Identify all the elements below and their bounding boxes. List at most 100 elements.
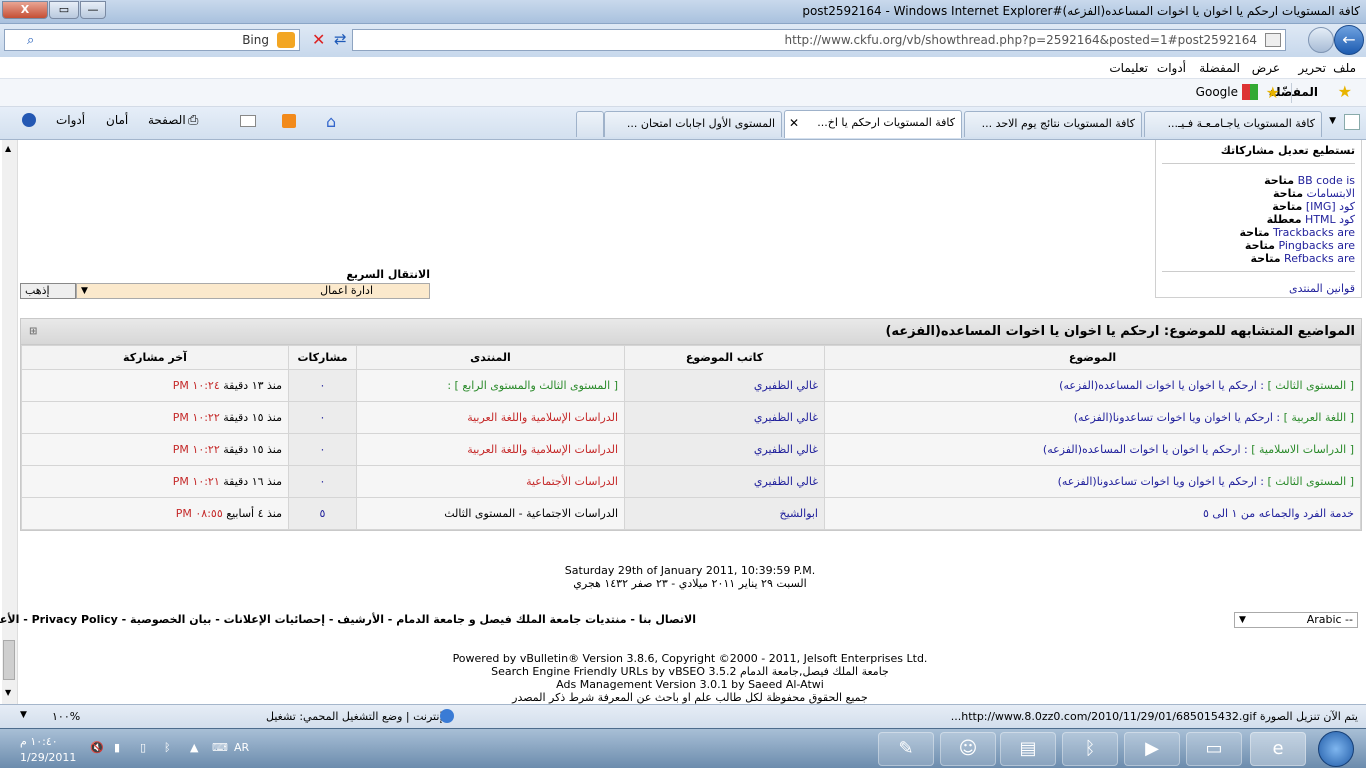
- add-favorite-icon[interactable]: ★: [1266, 83, 1280, 102]
- table-cell: [ المستوى الثالث ] : ارحكم يا اخوان يا ا…: [824, 369, 1361, 402]
- author-link[interactable]: غالي الظفيري: [754, 443, 818, 456]
- network-icon[interactable]: ▮: [114, 741, 120, 754]
- thread-prefix[interactable]: [ الدراسات الاسلامية ]: [1251, 443, 1354, 456]
- page-menu[interactable]: الصفحة: [148, 113, 186, 127]
- refresh-icon[interactable]: ⇄: [334, 30, 347, 48]
- menu-tools[interactable]: أدوات: [1157, 61, 1186, 75]
- scroll-up-icon[interactable]: ▲: [5, 144, 11, 153]
- menu-favorites[interactable]: المفضلة: [1199, 61, 1240, 75]
- thread-prefix[interactable]: [ المستوى الثالث ]: [1268, 475, 1355, 488]
- search-input[interactable]: ⌕ Bing: [4, 29, 300, 51]
- zoom-chevron-icon[interactable]: ▼: [20, 710, 27, 720]
- forum-link[interactable]: [ المستوى الثالث والمستوى الرابع ] :: [447, 379, 618, 392]
- home-icon[interactable]: ⌂: [326, 112, 336, 131]
- show-hidden-icons[interactable]: ▲: [190, 741, 198, 754]
- quick-tabs-icon[interactable]: [1344, 114, 1360, 130]
- folder-icon[interactable]: ▭: [1186, 732, 1242, 766]
- forum-link[interactable]: الدراسات الإسلامية واللغة العربية: [467, 443, 618, 456]
- globe-icon: [440, 709, 454, 723]
- menu-view[interactable]: عرض: [1252, 61, 1280, 75]
- perm-label[interactable]: كود [IMG]: [1306, 200, 1355, 213]
- new-tab-button[interactable]: [576, 111, 604, 137]
- collapse-icon[interactable]: ⊞: [29, 319, 37, 345]
- favorites-star-icon[interactable]: ★: [1338, 82, 1352, 101]
- thread-title-link[interactable]: : ارحكم يا اخوان ويا اخوات تساعدونا(الفز…: [1074, 411, 1280, 424]
- close-window-button[interactable]: X: [2, 1, 48, 19]
- last-post-time: ١٠:٢٢ PM: [172, 443, 220, 456]
- bluetooth-tray-icon[interactable]: ᛒ: [164, 741, 171, 754]
- tools-menu[interactable]: أدوات: [56, 113, 85, 127]
- google-link[interactable]: Google: [1196, 85, 1238, 99]
- perm-label[interactable]: Refbacks are: [1284, 252, 1355, 265]
- clock-time[interactable]: ١٠:٤٠ م: [20, 735, 58, 748]
- messenger-icon[interactable]: ☺: [940, 732, 996, 766]
- scroll-down-icon[interactable]: ▼: [5, 688, 11, 697]
- perm-label[interactable]: Trackbacks are: [1273, 226, 1355, 239]
- media-player-icon[interactable]: ▶: [1124, 732, 1180, 766]
- keyboard-icon[interactable]: ⌨: [212, 741, 228, 754]
- minimize-window-button[interactable]: —: [80, 1, 106, 19]
- zoom-level[interactable]: ١٠٠%: [52, 710, 80, 723]
- forum-link[interactable]: الدراسات الأجتماعية: [526, 475, 618, 488]
- menu-file[interactable]: ملف: [1333, 61, 1356, 75]
- forward-button[interactable]: [1308, 27, 1334, 53]
- col-topic: الموضوع: [824, 345, 1361, 370]
- forum-rules-link[interactable]: قوانين المنتدى: [1289, 282, 1355, 295]
- similar-threads-title-text: المواضيع المتشابهه للموضوع: ارحكم يا اخو…: [885, 324, 1355, 339]
- document-icon[interactable]: ▤: [1000, 732, 1056, 766]
- paint-icon[interactable]: ✎: [878, 732, 934, 766]
- language-indicator[interactable]: AR: [234, 741, 249, 754]
- url-field[interactable]: http://www.ckfu.org/vb/showthread.php?p=…: [352, 29, 1286, 51]
- print-icon[interactable]: ⎙: [188, 113, 198, 128]
- menu-help[interactable]: تعليمات: [1109, 61, 1148, 75]
- mail-icon[interactable]: [240, 115, 256, 127]
- go-button[interactable]: إذهب: [20, 283, 76, 299]
- tab-list-chevron-icon[interactable]: ▼: [1329, 116, 1336, 126]
- tab-2[interactable]: كافة المستويات نتائج يوم الاحد ...: [964, 111, 1142, 137]
- tab-1[interactable]: كافة المستويات ياجـامـعـة فـيـ...: [1144, 111, 1322, 137]
- author-link[interactable]: غالي الظفيري: [754, 475, 818, 488]
- last-post-time: ١٠:٢٢ PM: [172, 411, 220, 424]
- table-cell: منذ ١٦ دقيقة ١٠:٢١ PM: [21, 465, 289, 498]
- perm-label[interactable]: BB code is: [1298, 174, 1355, 187]
- stop-icon[interactable]: ✕: [312, 30, 325, 49]
- help-icon[interactable]: [22, 113, 36, 127]
- copyright-line: جميع الحقوق محفوظة لكل طالب علم او باحث …: [512, 691, 868, 704]
- rss-icon[interactable]: [282, 114, 296, 128]
- author-link[interactable]: ابوالشيخ: [780, 507, 818, 520]
- thread-prefix[interactable]: [ اللغة العربية ]: [1284, 411, 1354, 424]
- perm-label[interactable]: Pingbacks are: [1278, 239, 1355, 252]
- author-link[interactable]: غالي الظفيري: [754, 379, 818, 392]
- author-link[interactable]: غالي الظفيري: [754, 411, 818, 424]
- tab-close-icon[interactable]: ✕: [789, 111, 799, 135]
- tab-2-label: كافة المستويات نتائج يوم الاحد ...: [981, 117, 1135, 130]
- volume-icon[interactable]: 🔇: [90, 741, 104, 754]
- forum-jump-select[interactable]: ادارة اعمال ▼: [76, 283, 430, 299]
- thread-title-link[interactable]: : ارحكم يا اخوان يا اخوات المساعده(الفزع…: [1059, 379, 1264, 392]
- col-last-post: آخر مشاركة: [21, 345, 289, 370]
- menu-edit[interactable]: تحرير: [1298, 61, 1326, 75]
- thread-title-link[interactable]: خدمة الفرد والجماعه من ١ الى ٥: [1203, 507, 1354, 520]
- bluetooth-icon[interactable]: ᛒ: [1062, 732, 1118, 766]
- perm-state: متاحة: [1264, 174, 1295, 187]
- internet-explorer-icon[interactable]: e: [1250, 732, 1306, 766]
- back-button[interactable]: ←: [1334, 25, 1364, 55]
- perm-label[interactable]: الابتسامات: [1307, 187, 1355, 200]
- thread-title-link[interactable]: : ارحكم يا اخوان ويا اخوات تساعدونا(الفز…: [1058, 475, 1264, 488]
- tab-4[interactable]: المستوى الأول اجابات امتحان ...: [604, 111, 782, 137]
- footer-links[interactable]: الاتصال بنا - منتديات جامعة الملك فيصل و…: [0, 613, 696, 626]
- safety-menu[interactable]: أمان: [106, 113, 128, 127]
- maximize-window-button[interactable]: ▭: [49, 1, 79, 19]
- table-row: [ اللغة العربية ] : ارحكم يا اخوان ويا ا…: [21, 401, 1361, 434]
- perm-label[interactable]: كود HTML: [1305, 213, 1355, 226]
- language-select[interactable]: Arabic -- ▼: [1234, 612, 1358, 628]
- thread-prefix[interactable]: [ المستوى الثالث ]: [1268, 379, 1355, 392]
- forum-link[interactable]: الدراسات الإسلامية واللغة العربية: [467, 411, 618, 424]
- clock-date[interactable]: 1/29/2011: [20, 751, 76, 764]
- tab-3-active[interactable]: كافة المستويات ارحكم يا اخ... ✕: [784, 110, 962, 138]
- start-button[interactable]: [1318, 731, 1354, 767]
- thread-title-link[interactable]: : ارحكم يا اخوان يا اخوات المساعده(الفزع…: [1043, 443, 1248, 456]
- forum-link[interactable]: الدراسات الاجتماعية - المستوى الثالث: [444, 507, 618, 520]
- scroll-thumb[interactable]: [3, 640, 15, 680]
- power-icon[interactable]: ▯: [140, 741, 146, 754]
